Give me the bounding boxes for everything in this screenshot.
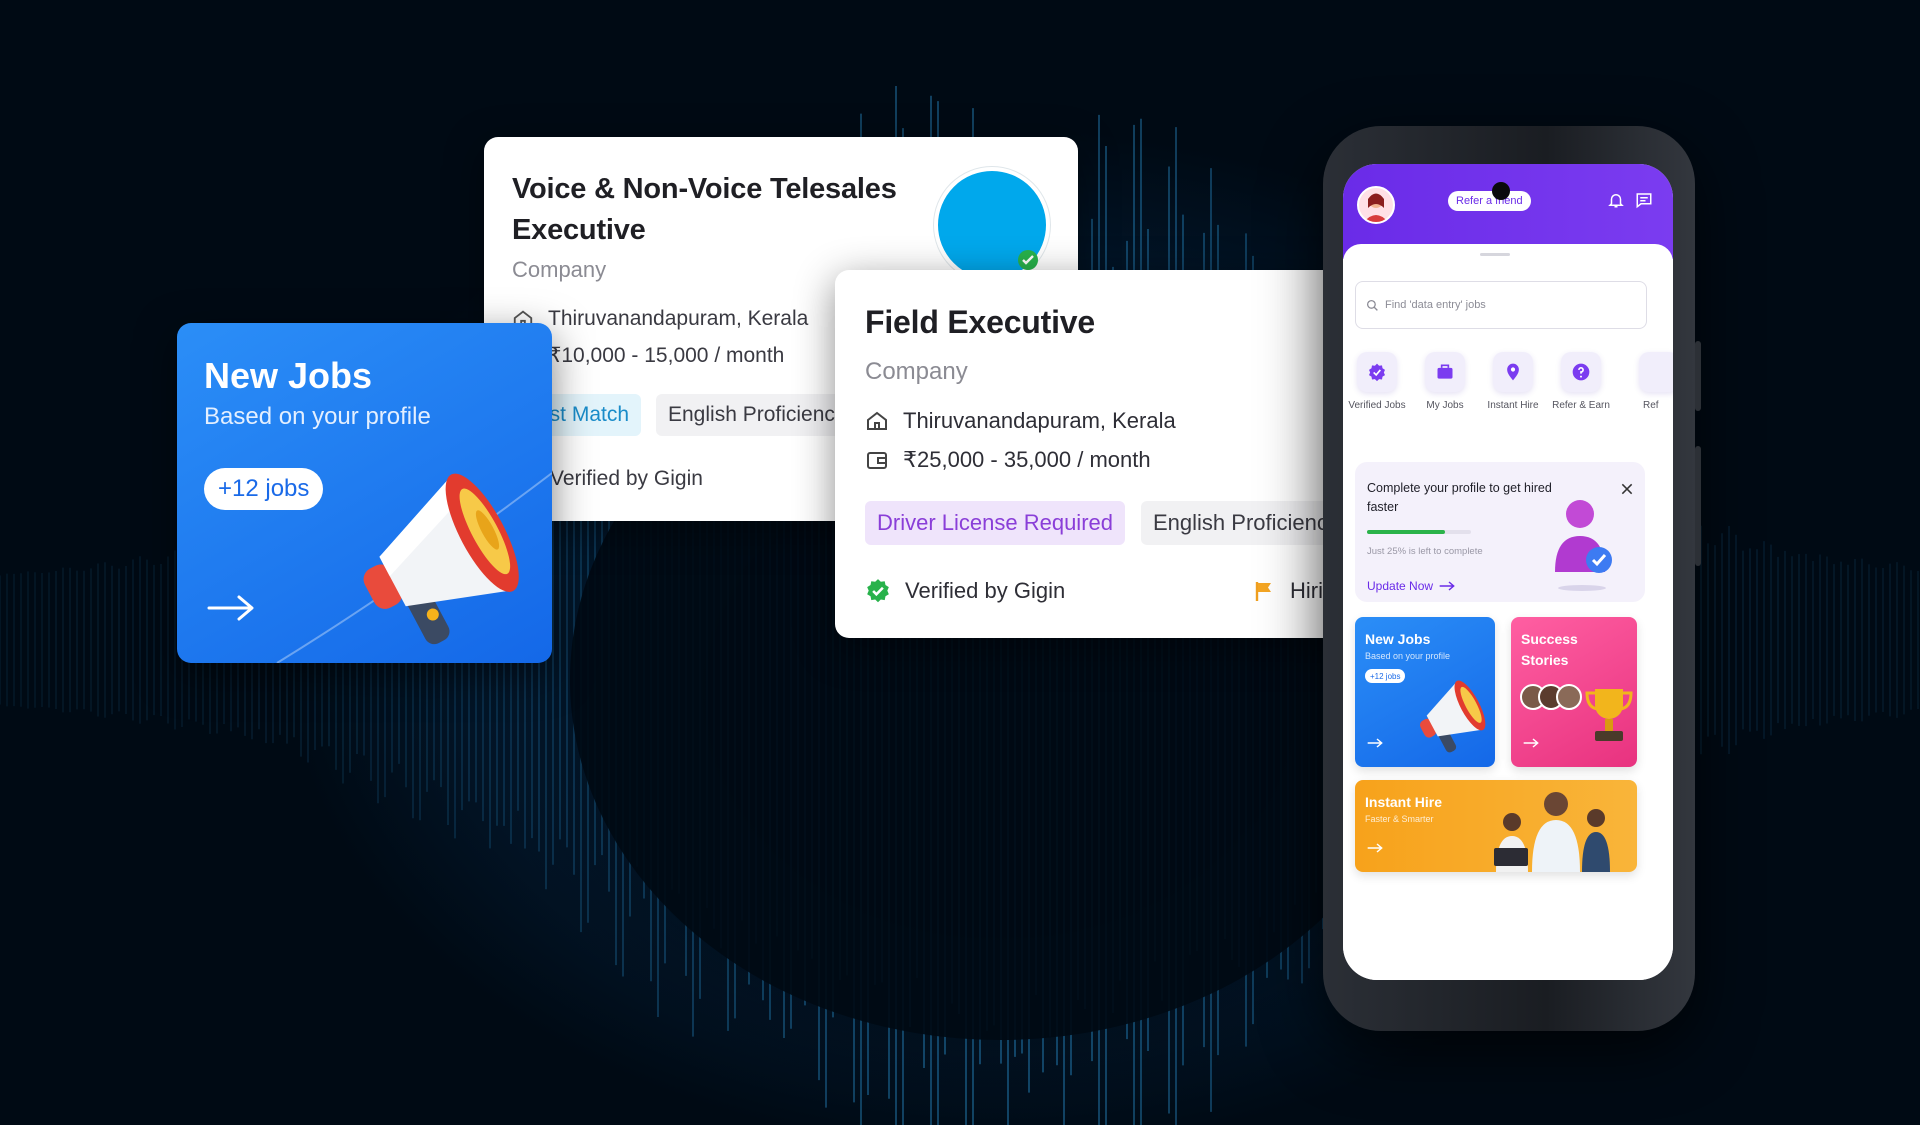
profile-progress-bar: [1367, 530, 1471, 534]
front-camera: [1492, 182, 1510, 200]
search-input[interactable]: Find 'data entry' jobs: [1355, 281, 1647, 329]
update-now-link[interactable]: Update Now: [1367, 579, 1455, 593]
tile-jobs-badge: +12 jobs: [1365, 669, 1406, 683]
arrow-right-icon: [1367, 738, 1383, 748]
complete-profile-card[interactable]: Complete your profile to get hired faste…: [1355, 462, 1645, 602]
building-icon: [867, 411, 887, 430]
quick-action-verified-jobs[interactable]: Verified Jobs: [1345, 352, 1409, 411]
phone-mockup: Refer a friend Find 'data entry' jobs Ve…: [1323, 126, 1701, 1031]
chip-driver-license: Driver License Required: [865, 501, 1125, 545]
tile-instant-hire[interactable]: Instant Hire Faster & Smarter: [1355, 780, 1637, 872]
arrow-right-icon[interactable]: [207, 593, 257, 623]
wallet-icon: [867, 452, 887, 469]
location-pin-icon: [1507, 363, 1519, 381]
company-name: Company: [865, 358, 968, 385]
arrow-right-icon: [1523, 738, 1539, 748]
quick-action-partial[interactable]: Ref: [1617, 352, 1673, 411]
quick-action-refer-earn[interactable]: Refer & Earn: [1549, 352, 1613, 411]
job-location: Thiruvanandapuram, Kerala: [865, 408, 1176, 434]
flag-icon: [1255, 582, 1271, 601]
people-illustration: [1494, 792, 1610, 872]
salary-text: ₹10,000 - 15,000 / month: [548, 344, 785, 367]
profile-prompt-text: Complete your profile to get hired faste…: [1367, 481, 1552, 514]
new-jobs-title: New Jobs: [204, 355, 373, 396]
partial-icon: [1639, 352, 1673, 392]
verified-text: Verified by Gigin: [550, 467, 703, 490]
profile-progress-hint: Just 25% is left to complete: [1367, 546, 1483, 557]
profile-avatar-illustration: [1555, 500, 1612, 591]
avatar[interactable]: [1357, 186, 1395, 224]
quick-action-my-jobs[interactable]: My Jobs: [1413, 352, 1477, 411]
sheet-handle: [1480, 253, 1510, 256]
app-content: Find 'data entry' jobs Verified Jobs My …: [1343, 244, 1673, 980]
question-icon: [1572, 363, 1590, 381]
location-text: Thiruvanandapuram, Kerala: [548, 307, 809, 330]
volume-button: [1695, 341, 1701, 411]
verified-check-icon: [1018, 250, 1038, 270]
arrow-right-icon: [1367, 843, 1383, 853]
quick-action-instant-hire[interactable]: Instant Hire: [1481, 352, 1545, 411]
company-name: Company: [512, 257, 607, 282]
phone-screen: Refer a friend Find 'data entry' jobs Ve…: [1343, 164, 1673, 980]
new-jobs-card[interactable]: New Jobs Based on your profile +12 jobs: [177, 323, 552, 663]
chip-english: English Proficiency: [656, 394, 858, 436]
trophy-icon: [1585, 689, 1633, 741]
job-card-field-executive[interactable]: Field Executive Company Thiruvanandapura…: [835, 270, 1395, 638]
location-text: Thiruvanandapuram, Kerala: [903, 408, 1176, 433]
verified-row: Verified by Gigin: [865, 578, 1065, 604]
job-salary: ₹10,000 - 15,000 / month: [512, 343, 784, 368]
refer-friend-button[interactable]: Refer a friend: [1448, 191, 1531, 211]
briefcase-icon: [1437, 364, 1453, 379]
job-title: Field Executive: [865, 304, 1095, 340]
job-salary: ₹25,000 - 35,000 / month: [865, 447, 1151, 473]
job-title: Voice & Non-Voice Telesales Executive: [512, 173, 897, 246]
verified-text: Verified by Gigin: [905, 578, 1066, 603]
user-avatar-icon: [1364, 193, 1388, 222]
bell-icon[interactable]: [1607, 191, 1625, 209]
arrow-right-icon: [1439, 581, 1455, 591]
chip-english: English Proficiency: [1141, 501, 1351, 545]
megaphone-icon: [1419, 680, 1486, 753]
job-location: Thiruvanandapuram, Kerala: [512, 307, 808, 331]
verified-badge-icon: [1369, 363, 1385, 382]
search-icon: [1366, 299, 1378, 311]
new-jobs-subtitle: Based on your profile: [204, 403, 431, 430]
tile-new-jobs[interactable]: New Jobs Based on your profile +12 jobs: [1355, 617, 1495, 767]
power-button: [1695, 446, 1701, 566]
jobs-count-badge: +12 jobs: [204, 468, 324, 510]
chat-icon[interactable]: [1635, 191, 1653, 209]
search-placeholder: Find 'data entry' jobs: [1385, 299, 1486, 311]
tile-success-stories[interactable]: Success Stories: [1511, 617, 1637, 767]
verified-check-icon: [867, 579, 889, 603]
people-avatars: [1520, 684, 1582, 710]
close-icon[interactable]: [1620, 482, 1634, 496]
megaphone-icon: [363, 473, 519, 645]
salary-text: ₹25,000 - 35,000 / month: [903, 447, 1151, 472]
